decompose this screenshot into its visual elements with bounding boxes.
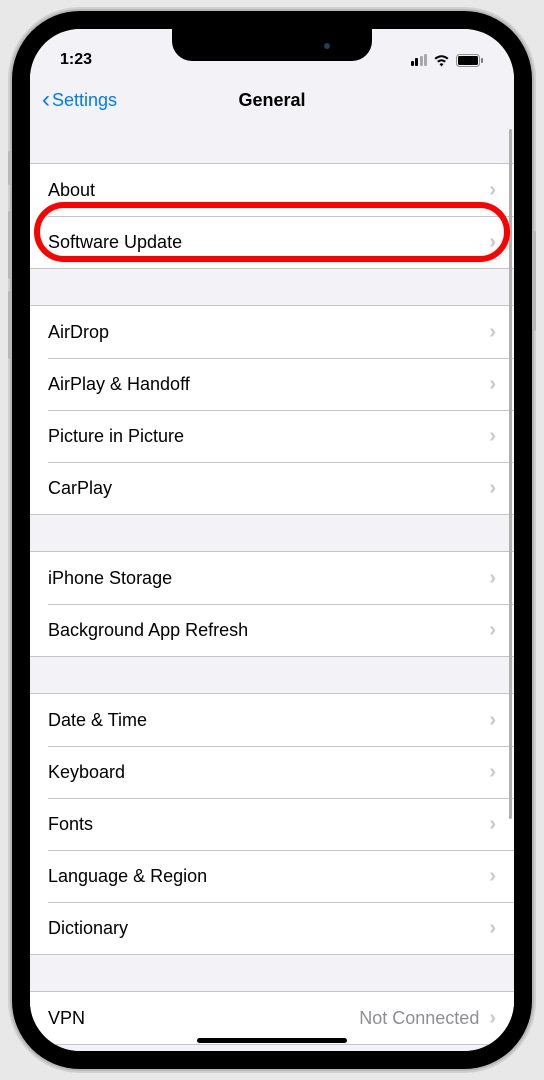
silence-switch: [8, 151, 12, 185]
list-item-picture-in-picture[interactable]: Picture in Picture ›: [30, 410, 514, 462]
list-item-software-update[interactable]: Software Update ›: [30, 216, 514, 268]
wifi-icon: [433, 54, 450, 67]
screen: 1:23 ‹ Settings: [30, 29, 514, 1051]
row-detail: Not Connected: [359, 1008, 479, 1029]
chevron-right-icon: ›: [489, 813, 496, 836]
chevron-right-icon: ›: [489, 231, 496, 254]
back-button[interactable]: ‹ Settings: [42, 86, 117, 114]
list-item-airdrop[interactable]: AirDrop ›: [30, 306, 514, 358]
back-button-label: Settings: [52, 90, 117, 111]
list-section: Date & Time › Keyboard › Fonts › Languag…: [30, 693, 514, 955]
phone-frame: 1:23 ‹ Settings: [12, 11, 532, 1069]
status-time: 1:23: [60, 51, 92, 69]
cellular-signal-icon: [411, 54, 428, 66]
row-label: About: [48, 180, 95, 201]
list-item-language-region[interactable]: Language & Region ›: [30, 850, 514, 902]
chevron-right-icon: ›: [489, 425, 496, 448]
volume-down-button: [8, 291, 12, 359]
row-label: VPN: [48, 1008, 85, 1029]
row-label: AirDrop: [48, 322, 109, 343]
chevron-right-icon: ›: [489, 373, 496, 396]
chevron-right-icon: ›: [489, 477, 496, 500]
list-item-airplay-handoff[interactable]: AirPlay & Handoff ›: [30, 358, 514, 410]
list-section: iPhone Storage › Background App Refresh …: [30, 551, 514, 657]
row-label: iPhone Storage: [48, 568, 172, 589]
navigation-bar: ‹ Settings General: [30, 77, 514, 127]
row-label: Keyboard: [48, 762, 125, 783]
section-gap: [30, 657, 514, 693]
chevron-right-icon: ›: [489, 179, 496, 202]
status-icons: [411, 54, 485, 67]
section-gap: [30, 127, 514, 163]
list-item-background-app-refresh[interactable]: Background App Refresh ›: [30, 604, 514, 656]
volume-up-button: [8, 211, 12, 279]
content-area[interactable]: About › Software Update › AirDrop ›: [30, 127, 514, 1051]
row-label: AirPlay & Handoff: [48, 374, 190, 395]
row-label: Date & Time: [48, 710, 147, 731]
notch: [172, 29, 372, 61]
list-item-keyboard[interactable]: Keyboard ›: [30, 746, 514, 798]
chevron-right-icon: ›: [489, 321, 496, 344]
list-section: AirDrop › AirPlay & Handoff › Picture in…: [30, 305, 514, 515]
chevron-right-icon: ›: [489, 917, 496, 940]
section-gap: [30, 269, 514, 305]
list-item-iphone-storage[interactable]: iPhone Storage ›: [30, 552, 514, 604]
chevron-right-icon: ›: [489, 709, 496, 732]
list-item-carplay[interactable]: CarPlay ›: [30, 462, 514, 514]
row-label: Picture in Picture: [48, 426, 184, 447]
chevron-right-icon: ›: [489, 1007, 496, 1030]
row-label: Background App Refresh: [48, 620, 248, 641]
chevron-left-icon: ‹: [42, 86, 50, 114]
chevron-right-icon: ›: [489, 761, 496, 784]
battery-icon: [456, 54, 484, 67]
section-gap: [30, 515, 514, 551]
list-section: VPN Not Connected ›: [30, 991, 514, 1045]
list-item-dictionary[interactable]: Dictionary ›: [30, 902, 514, 954]
chevron-right-icon: ›: [489, 567, 496, 590]
list-item-date-time[interactable]: Date & Time ›: [30, 694, 514, 746]
list-section: About › Software Update ›: [30, 163, 514, 269]
row-label: CarPlay: [48, 478, 112, 499]
list-item-vpn[interactable]: VPN Not Connected ›: [30, 992, 514, 1044]
page-title: General: [238, 90, 305, 111]
list-item-about[interactable]: About ›: [30, 164, 514, 216]
power-button: [532, 231, 536, 331]
row-label: Language & Region: [48, 866, 207, 887]
row-label: Software Update: [48, 232, 182, 253]
chevron-right-icon: ›: [489, 865, 496, 888]
scroll-indicator[interactable]: [509, 129, 512, 819]
list-item-fonts[interactable]: Fonts ›: [30, 798, 514, 850]
row-label: Dictionary: [48, 918, 128, 939]
home-indicator[interactable]: [197, 1038, 347, 1043]
section-gap: [30, 955, 514, 991]
row-label: Fonts: [48, 814, 93, 835]
chevron-right-icon: ›: [489, 619, 496, 642]
